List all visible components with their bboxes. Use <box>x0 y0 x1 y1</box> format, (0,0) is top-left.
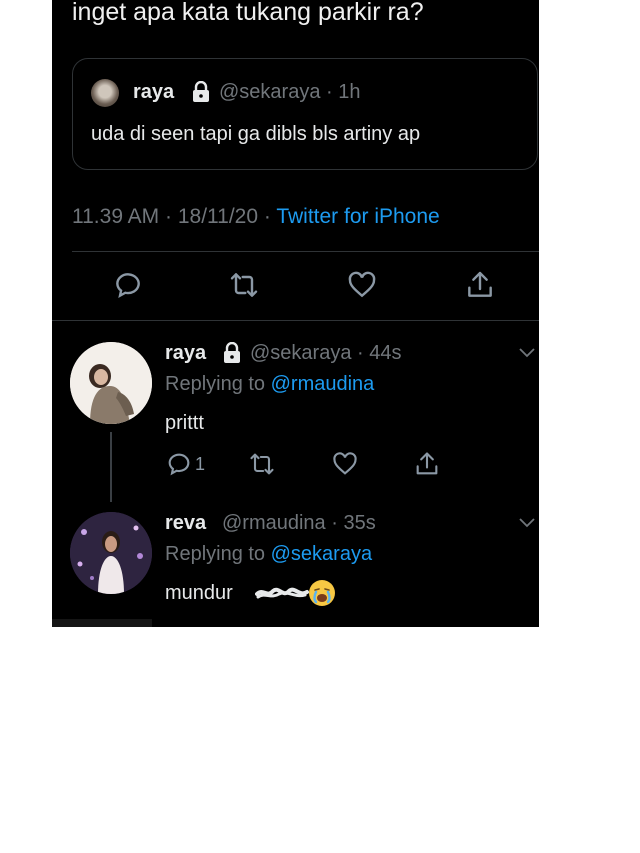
like-icon[interactable] <box>346 269 378 301</box>
quoted-tweet[interactable]: raya @sekaraya · 1h uda di seen tapi ga … <box>72 58 538 170</box>
quoted-author-name[interactable]: raya <box>133 81 174 104</box>
divider <box>72 251 539 252</box>
tweet-timestamp: 11.39 AM · 18/11/20 · <box>72 205 277 228</box>
thread-line <box>110 432 112 502</box>
chevron-down-icon[interactable] <box>518 516 536 528</box>
tweet-meta: 11.39 AM · 18/11/20 · Twitter for iPhone <box>72 205 440 229</box>
share-icon[interactable] <box>413 450 441 478</box>
replying-to-prefix: Replying to <box>165 543 271 565</box>
reply-count: 1 <box>195 454 206 474</box>
mention-link[interactable]: @sekaraya <box>271 543 372 565</box>
tweet-source-link[interactable]: Twitter for iPhone <box>276 205 439 228</box>
quoted-tweet-text: uda di seen tapi ga dibls bls artiny ap <box>91 123 421 145</box>
retweet-icon[interactable] <box>228 269 260 301</box>
retweet-icon[interactable] <box>248 450 276 478</box>
reply-author-name[interactable]: raya <box>165 342 206 365</box>
crying-face-emoji <box>309 580 335 606</box>
replying-to: Replying to @rmaudina <box>165 373 374 396</box>
reply-text: prittt <box>165 412 204 434</box>
reply-handle-time: @rmaudina · 35s <box>222 512 376 534</box>
lock-icon <box>224 342 240 363</box>
reply-author-name[interactable]: reva <box>165 512 206 535</box>
reply-handle-time: @sekaraya · 44s <box>250 342 402 364</box>
avatar[interactable] <box>70 512 152 594</box>
replying-to: Replying to @sekaraya <box>165 543 372 566</box>
replying-to-prefix: Replying to <box>165 373 271 395</box>
avatar[interactable] <box>70 342 152 424</box>
bottom-strip <box>52 619 152 627</box>
lock-icon <box>193 81 209 102</box>
twitter-thread-screen: inget apa kata tukang parkir ra? raya @s… <box>52 0 539 627</box>
reply-text: mundur <box>165 582 233 604</box>
mention-link[interactable]: @rmaudina <box>271 373 375 395</box>
quoted-avatar[interactable] <box>91 79 119 107</box>
tweet-text: inget apa kata tukang parkir ra? <box>72 0 424 26</box>
divider <box>52 320 539 321</box>
reply-icon[interactable] <box>112 269 144 301</box>
chevron-down-icon[interactable] <box>518 346 536 358</box>
reply-icon[interactable] <box>165 450 193 478</box>
quoted-handle-time: @sekaraya · 1h <box>219 81 361 103</box>
share-icon[interactable] <box>464 269 496 301</box>
scribbled-out-word <box>255 587 309 599</box>
like-icon[interactable] <box>331 450 359 478</box>
